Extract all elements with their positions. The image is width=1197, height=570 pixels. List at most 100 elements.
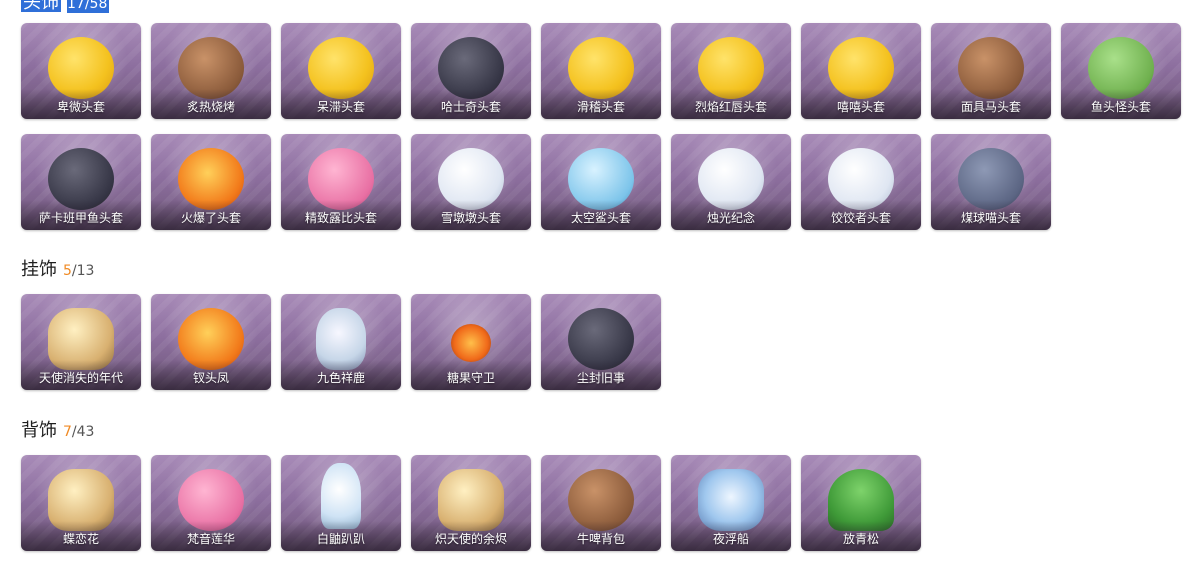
item-name: 梵音莲华 [186, 532, 235, 546]
item-image [308, 37, 374, 99]
total-count: /43 [71, 424, 95, 440]
item-name: 鱼头怪头套 [1090, 100, 1151, 114]
item-card[interactable]: 烛光纪念 [671, 134, 791, 230]
item-card[interactable]: 牛啤背包 [541, 455, 661, 551]
item-card[interactable]: 天使消失的年代 [21, 294, 141, 390]
item-card[interactable]: 炙热烧烤 [151, 23, 271, 119]
item-name: 炙热烧烤 [186, 100, 235, 114]
item-image [316, 308, 366, 370]
item-card[interactable]: 九色祥鹿 [281, 294, 401, 390]
section-title: 头饰 [21, 0, 61, 12]
item-card[interactable]: 嘻嘻头套 [801, 23, 921, 119]
item-image [568, 308, 634, 370]
item-card[interactable]: 太空鲨头套 [541, 134, 661, 230]
owned-count: 5 [63, 263, 72, 279]
item-card[interactable]: 雪墩墩头套 [411, 134, 531, 230]
item-card[interactable]: 尘封旧事 [541, 294, 661, 390]
item-image [48, 469, 114, 531]
item-card[interactable]: 面具马头套 [931, 23, 1051, 119]
collection-count: 5/13 [63, 263, 94, 279]
section-header: 头饰 17/58 [21, 0, 1181, 14]
item-image [321, 463, 361, 529]
item-image [698, 148, 764, 210]
item-name: 牛啤背包 [576, 532, 625, 546]
item-name: 天使消失的年代 [38, 371, 123, 385]
item-image [438, 148, 504, 210]
item-card[interactable]: 蝶恋花 [21, 455, 141, 551]
item-image [958, 37, 1024, 99]
item-card[interactable]: 呆滞头套 [281, 23, 401, 119]
item-card[interactable]: 糖果守卫 [411, 294, 531, 390]
item-image [48, 148, 114, 210]
item-card[interactable]: 鱼头怪头套 [1061, 23, 1181, 119]
item-grid: 天使消失的年代 钗头凤 九色祥鹿 糖果守卫 尘封旧事 [21, 294, 1181, 390]
item-image [438, 37, 504, 99]
item-grid: 卑微头套 炙热烧烤 呆滞头套 哈士奇头套 滑稽头套 烈焰红唇头套 嘻嘻头套 面具马头套 鱼头怪头… [21, 23, 1181, 230]
item-card[interactable]: 精致露比头套 [281, 134, 401, 230]
item-name: 煤球喵头套 [960, 211, 1021, 225]
owned-count: 7 [63, 424, 72, 440]
item-image [568, 148, 634, 210]
item-grid: 蝶恋花 梵音莲华 白鼬趴趴 炽天使的余烬 牛啤背包 夜浮船 放青松 [21, 455, 1181, 551]
item-image [828, 469, 894, 531]
item-name: 蝶恋花 [62, 532, 99, 546]
item-name: 烛光纪念 [706, 211, 755, 225]
item-card[interactable]: 卑微头套 [21, 23, 141, 119]
item-name: 夜浮船 [712, 532, 749, 546]
item-name: 糖果守卫 [446, 371, 495, 385]
item-card[interactable]: 梵音莲华 [151, 455, 271, 551]
item-image [698, 469, 764, 531]
item-image [48, 308, 114, 370]
item-card[interactable]: 放青松 [801, 455, 921, 551]
item-name: 滑稽头套 [576, 100, 625, 114]
item-image [178, 37, 244, 99]
item-card[interactable]: 煤球喵头套 [931, 134, 1051, 230]
item-image [958, 148, 1024, 210]
item-image [828, 148, 894, 210]
section-header: 背饰 7/43 [21, 416, 1181, 441]
section-headwear: 头饰 17/58 卑微头套 炙热烧烤 呆滞头套 哈士奇头套 滑稽头套 烈焰红唇头套 嘻嘻头套… [21, 0, 1181, 230]
item-card[interactable]: 白鼬趴趴 [281, 455, 401, 551]
item-image [451, 324, 491, 362]
item-name: 烈焰红唇头套 [694, 100, 767, 114]
item-name: 太空鲨头套 [570, 211, 631, 225]
owned-count: 17 [67, 0, 85, 12]
collection-count: 7/43 [63, 424, 94, 440]
item-card[interactable]: 钗头凤 [151, 294, 271, 390]
item-image [1088, 37, 1154, 99]
collection-count: 17/58 [67, 0, 110, 13]
item-image [828, 37, 894, 99]
item-card[interactable]: 炽天使的余烬 [411, 455, 531, 551]
item-image [568, 469, 634, 531]
item-name: 饺饺者头套 [830, 211, 891, 225]
section-back: 背饰 7/43 蝶恋花 梵音莲华 白鼬趴趴 炽天使的余烬 牛啤背包 夜浮船 放青松 [21, 416, 1181, 551]
item-name: 面具马头套 [960, 100, 1021, 114]
item-name: 萨卡班甲鱼头套 [38, 211, 123, 225]
item-card[interactable]: 哈士奇头套 [411, 23, 531, 119]
item-name: 尘封旧事 [576, 371, 625, 385]
item-image [178, 308, 244, 370]
section-title: 背饰 [21, 420, 57, 441]
item-image [698, 37, 764, 99]
item-card[interactable]: 烈焰红唇头套 [671, 23, 791, 119]
item-card[interactable]: 萨卡班甲鱼头套 [21, 134, 141, 230]
item-name: 放青松 [842, 532, 879, 546]
total-count: /58 [84, 0, 108, 12]
item-name: 九色祥鹿 [316, 371, 365, 385]
item-name: 炽天使的余烬 [434, 532, 507, 546]
item-image [178, 469, 244, 531]
item-card[interactable]: 夜浮船 [671, 455, 791, 551]
item-name: 哈士奇头套 [440, 100, 501, 114]
item-name: 呆滞头套 [316, 100, 365, 114]
section-title: 挂饰 [21, 259, 57, 280]
item-name: 精致露比头套 [304, 211, 377, 225]
item-card[interactable]: 火爆了头套 [151, 134, 271, 230]
total-count: /13 [71, 263, 95, 279]
item-card[interactable]: 滑稽头套 [541, 23, 661, 119]
item-name: 卑微头套 [56, 100, 105, 114]
item-image [438, 469, 504, 531]
item-image [568, 37, 634, 99]
section-header: 挂饰 5/13 [21, 255, 1181, 280]
item-image [178, 148, 244, 210]
item-card[interactable]: 饺饺者头套 [801, 134, 921, 230]
